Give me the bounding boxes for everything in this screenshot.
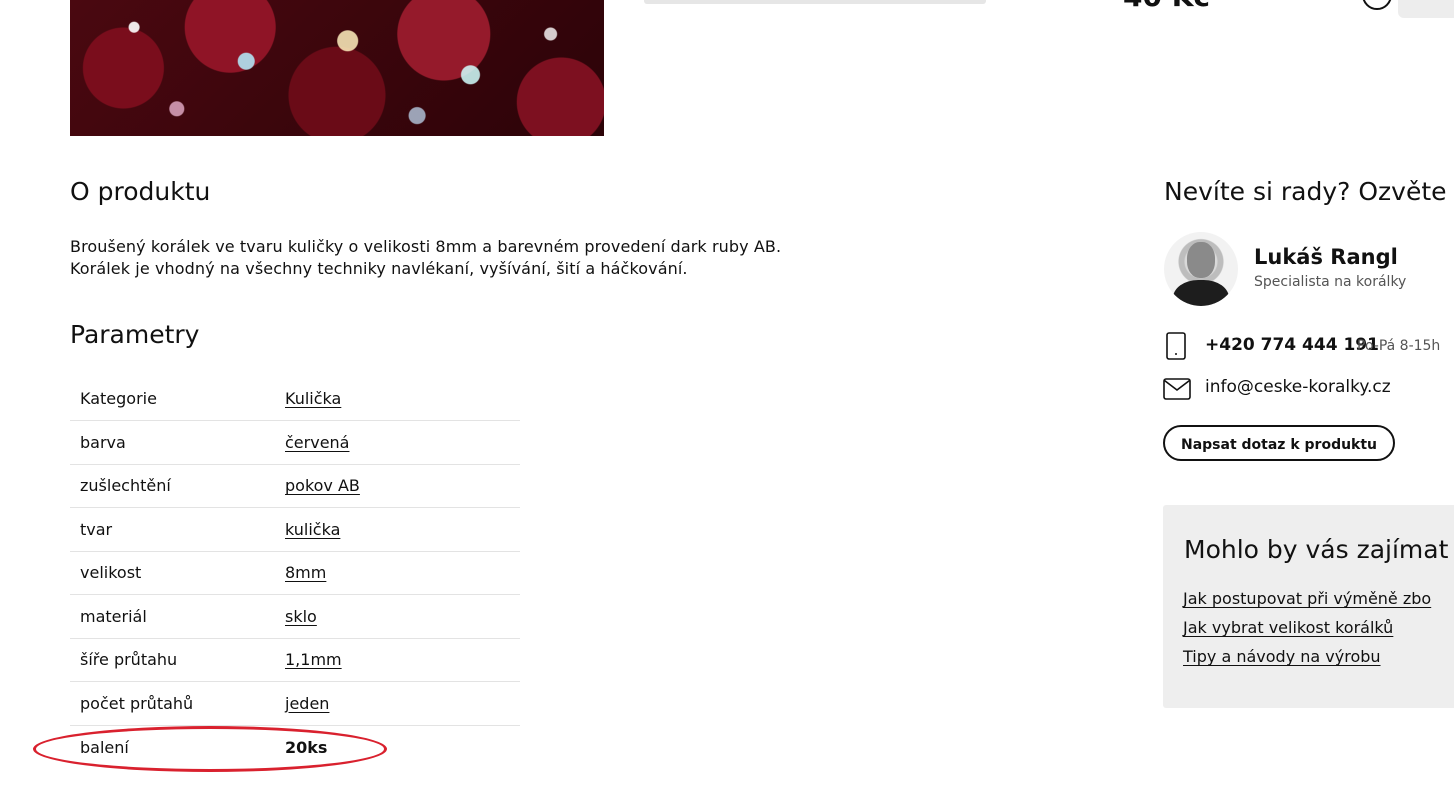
param-row-material: materiál sklo	[70, 595, 520, 638]
param-row-hole-width: šíře průtahu 1,1mm	[70, 638, 520, 682]
param-value-link[interactable]: jeden	[285, 694, 329, 713]
param-label: balení	[80, 737, 129, 757]
param-value-link[interactable]: 1,1mm	[285, 650, 342, 669]
param-label: šíře průtahu	[80, 650, 178, 670]
mail-icon	[1163, 378, 1191, 400]
param-label: tvar	[80, 519, 113, 539]
specialist-role: Specialista na korálky	[1254, 274, 1407, 290]
param-value: 20ks	[285, 737, 328, 757]
specialist-name: Lukáš Rangl	[1254, 245, 1398, 269]
product-heading: O produktu	[70, 177, 211, 206]
related-article-link[interactable]: Tipy a návody na výrobu	[1183, 647, 1431, 666]
param-value-link[interactable]: pokov AB	[285, 476, 360, 495]
param-row-color: barva červená	[70, 421, 520, 464]
ask-question-button[interactable]: Napsat dotaz k produktu	[1163, 425, 1396, 461]
param-value-link[interactable]: kulička	[285, 520, 340, 539]
param-value-link[interactable]: sklo	[285, 607, 317, 626]
phone-link[interactable]: +420 774 444 191	[1205, 335, 1379, 355]
param-label: počet průtahů	[80, 693, 194, 713]
description-line: Korálek je vhodný na všechny techniky na…	[70, 259, 688, 278]
param-label: Kategorie	[80, 389, 157, 408]
add-to-cart-button-edge[interactable]	[1398, 0, 1454, 18]
param-label: velikost	[80, 563, 142, 583]
param-label: zušlechtění	[80, 476, 171, 496]
related-article-link[interactable]: Jak vybrat velikost korálků	[1183, 618, 1431, 637]
param-value-link[interactable]: červená	[285, 433, 349, 452]
param-value-link[interactable]: 8mm	[285, 563, 326, 582]
param-row-hole-count: počet průtahů jeden	[70, 682, 520, 725]
param-row-packaging: balení 20ks	[70, 725, 520, 769]
param-row-category: Kategorie Kulička	[70, 377, 520, 421]
parameters-table: Kategorie Kulička barva červená zušlecht…	[70, 377, 520, 769]
info-icon[interactable]	[1362, 0, 1392, 10]
param-label: materiál	[80, 606, 147, 626]
related-articles-box: Mohlo by vás zajímat Jak postupovat při …	[1163, 505, 1454, 708]
product-description: Broušený korálek ve tvaru kuličky o veli…	[70, 236, 781, 280]
param-label: barva	[80, 432, 126, 452]
description-line: Broušený korálek ve tvaru kuličky o veli…	[70, 237, 782, 256]
email-link[interactable]: info@ceske-koralky.cz	[1205, 377, 1391, 397]
parameters-heading: Parametry	[70, 320, 200, 349]
param-row-shape: tvar kulička	[70, 508, 520, 551]
phone-hours: Po-Pá 8-15h	[1357, 338, 1441, 354]
quantity-field-edge	[644, 0, 986, 4]
related-articles-list: Jak postupovat při výměně zbo Jak vybrat…	[1183, 589, 1431, 676]
avatar	[1164, 232, 1238, 306]
param-row-size: velikost 8mm	[70, 551, 520, 595]
param-row-finish: zušlechtění pokov AB	[70, 464, 520, 508]
related-articles-heading: Mohlo by vás zajímat	[1184, 535, 1449, 564]
related-article-link[interactable]: Jak postupovat při výměně zbo	[1183, 589, 1431, 608]
help-heading: Nevíte si rady? Ozvěte	[1164, 177, 1447, 206]
param-value-link[interactable]: Kulička	[285, 389, 341, 408]
price: 40 Kč	[1123, 0, 1210, 13]
product-image[interactable]	[70, 0, 604, 136]
phone-icon	[1166, 332, 1186, 360]
